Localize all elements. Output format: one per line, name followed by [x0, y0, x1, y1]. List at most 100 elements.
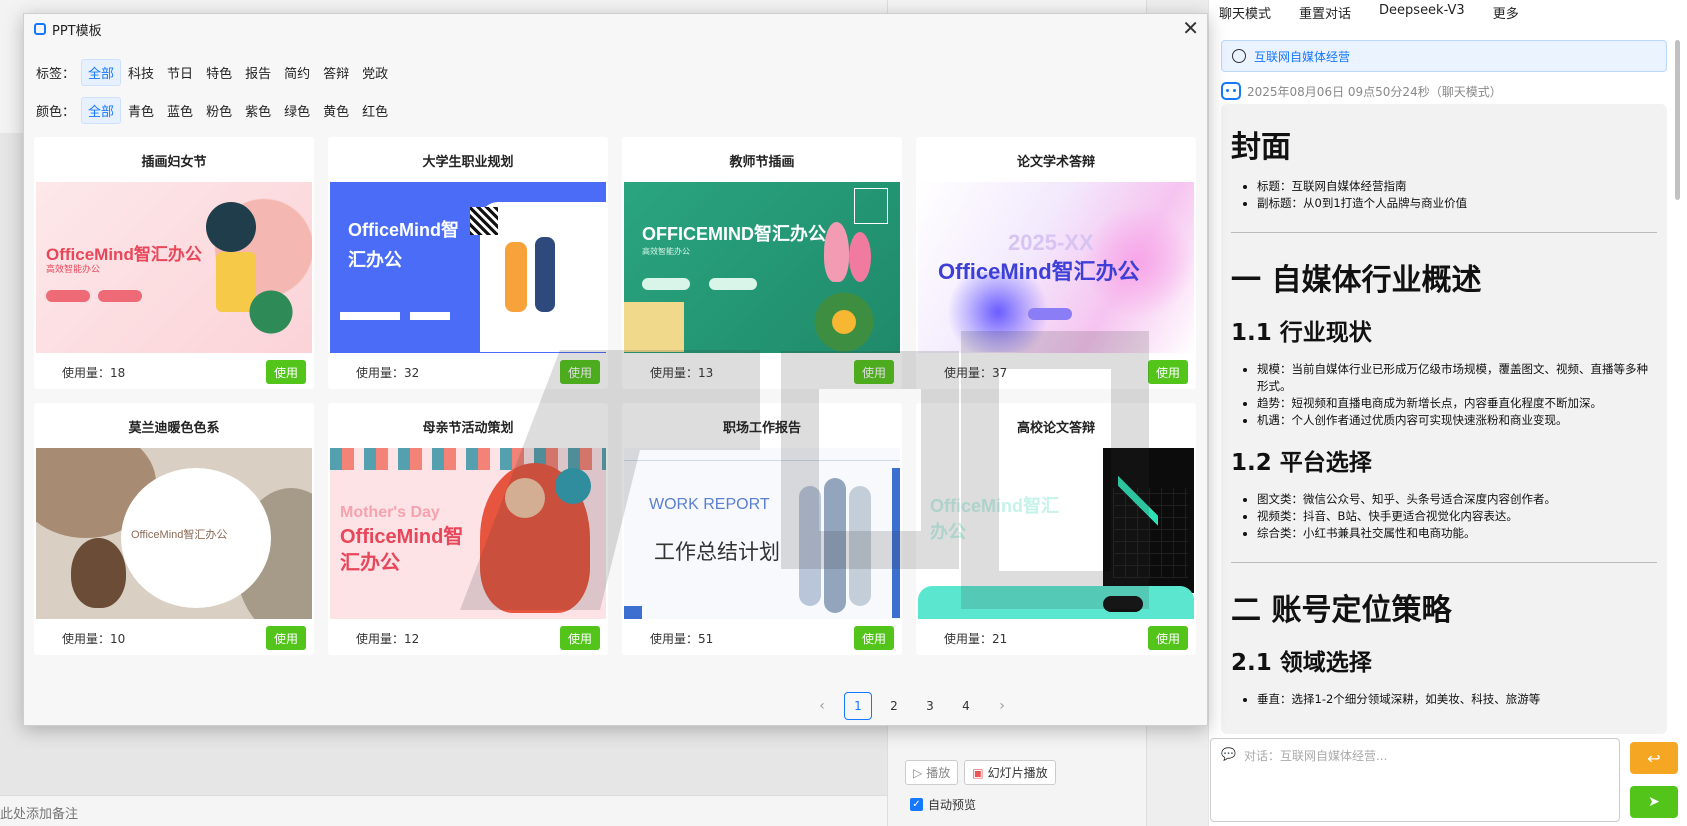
page-2[interactable]: 2	[876, 699, 912, 713]
thumbnail-subtitle: 高效智能办公	[642, 247, 690, 256]
color-chip[interactable]: 绿色	[278, 98, 316, 123]
thumbnail-title: OfficeMind智	[348, 220, 459, 240]
section-heading: 一 自媒体行业概述	[1231, 263, 1482, 298]
chat-panel: 聊天模式 重置对话 Deepseek-V3 更多 互联网自媒体经营 2025年0…	[1208, 0, 1687, 826]
use-button[interactable]: 使用	[1148, 626, 1188, 650]
usage-count: 使用量：37	[944, 366, 1008, 380]
play-button[interactable]: ▷ 播放	[905, 760, 959, 785]
template-thumbnail[interactable]: WORK REPORT 工作总结计划	[624, 448, 900, 619]
thumbnail-subtitle: 2025-XX	[1008, 230, 1094, 255]
tag-chip[interactable]: 报告	[239, 60, 277, 85]
template-thumbnail[interactable]: OfficeMind智 汇办公	[330, 182, 606, 353]
thumbnail-subtitle: 高效智能办公	[46, 265, 101, 275]
user-icon	[1232, 49, 1246, 63]
s11-list: 规模：当前自媒体行业已形成万亿级市场规模，覆盖图文、视频、直播等多种形式。 趋势…	[1257, 361, 1657, 429]
template-thumbnail[interactable]: 2025-XX OfficeMind智汇办公	[918, 182, 1194, 353]
send-button[interactable]: ➤	[1630, 786, 1678, 818]
color-filter: 颜色： 全部 青色 蓝色 粉色 紫色 绿色 黄色 红色	[36, 97, 395, 124]
bot-icon	[1221, 82, 1241, 100]
subsection-heading: 2.1 领域选择	[1231, 650, 1372, 676]
usage-count: 使用量：10	[62, 632, 126, 646]
dialog-title: PPT模板	[52, 23, 102, 39]
color-chip[interactable]: 红色	[356, 98, 394, 123]
use-button[interactable]: 使用	[1148, 360, 1188, 384]
template-title: 论文学术答辩	[1016, 155, 1095, 170]
template-thumbnail[interactable]: Mother's Day OfficeMind智 汇办公	[330, 448, 606, 619]
color-chip[interactable]: 黄色	[317, 98, 355, 123]
use-button[interactable]: 使用	[854, 360, 894, 384]
chat-scrollbar[interactable]	[1675, 40, 1680, 200]
template-thumbnail[interactable]: OFFICEMIND智汇办公 高效智能办公	[624, 182, 900, 353]
auto-preview-checkbox[interactable]: ✓ 自动预览	[910, 796, 976, 813]
next-page-icon[interactable]: ›	[984, 698, 1020, 714]
slideshow-button[interactable]: ▣ 幻灯片播放	[964, 760, 1056, 785]
color-chip[interactable]: 青色	[122, 98, 160, 123]
menu-chat-mode[interactable]: 聊天模式	[1219, 3, 1271, 22]
cover-heading: 封面	[1231, 130, 1291, 165]
menu-model[interactable]: Deepseek-V3	[1379, 3, 1465, 22]
timestamp: 2025年08月06日 09点50分24秒（聊天模式）	[1247, 84, 1502, 99]
template-card[interactable]: 职场工作报告 WORK REPORT 工作总结计划 使用量：51 使用	[622, 403, 902, 655]
template-card[interactable]: 母亲节活动策划 Mother's Day OfficeMind智 汇办公 使用量…	[328, 403, 608, 655]
use-button[interactable]: 使用	[266, 360, 306, 384]
divider	[1231, 562, 1657, 563]
template-thumbnail[interactable]: OfficeMind智汇 办公	[918, 448, 1194, 619]
color-chip[interactable]: 粉色	[200, 98, 238, 123]
template-title: 大学生职业规划	[422, 155, 514, 170]
color-chip-all[interactable]: 全部	[81, 97, 122, 124]
reply-button[interactable]: ↩	[1630, 742, 1678, 774]
reply-meta: 2025年08月06日 09点50分24秒（聊天模式）	[1221, 82, 1502, 100]
template-card[interactable]: 论文学术答辩 2025-XX OfficeMind智汇办公 使用量：37 使用	[916, 137, 1196, 389]
template-title: 职场工作报告	[722, 421, 801, 436]
section-heading: 二 账号定位策略	[1231, 593, 1452, 628]
menu-reset[interactable]: 重置对话	[1299, 3, 1351, 22]
list-item: 规模：当前自媒体行业已形成万亿级市场规模，覆盖图文、视频、直播等多种形式。	[1257, 361, 1657, 395]
template-card[interactable]: 大学生职业规划 OfficeMind智 汇办公 使用量：32 使用	[328, 137, 608, 389]
menu-more[interactable]: 更多	[1493, 3, 1519, 22]
page-3[interactable]: 3	[912, 699, 948, 713]
tag-chip[interactable]: 党政	[356, 60, 394, 85]
template-card[interactable]: 高校论文答辩 OfficeMind智汇 办公 使用量：21 使用	[916, 403, 1196, 655]
template-card[interactable]: 教师节插画 OFFICEMIND智汇办公 高效智能办公 使用量：13 使用	[622, 137, 902, 389]
thumbnail-title: 工作总结计划	[654, 540, 780, 564]
template-grid: 插画妇女节 OfficeMind智汇办公 高效智能办公 使用量：18 使用 大学…	[34, 137, 1199, 655]
list-item: 图文类：微信公众号、知乎、头条号适合深度内容创作者。	[1257, 491, 1657, 508]
thumbnail-title-line2: 汇办公	[348, 250, 402, 270]
slideshow-icon: ▣	[972, 765, 984, 780]
thumbnail-title: OfficeMind智汇办公	[131, 529, 228, 541]
color-chip[interactable]: 蓝色	[161, 98, 199, 123]
auto-preview-label: 自动预览	[928, 798, 977, 812]
template-thumbnail[interactable]: OfficeMind智汇办公	[36, 448, 312, 619]
use-button[interactable]: 使用	[560, 626, 600, 650]
app-icon	[34, 23, 46, 35]
tag-chip[interactable]: 特色	[200, 60, 238, 85]
slideshow-label: 幻灯片播放	[987, 766, 1048, 780]
template-card[interactable]: 莫兰迪暖色色系 OfficeMind智汇办公 使用量：10 使用	[34, 403, 314, 655]
use-button[interactable]: 使用	[560, 360, 600, 384]
close-icon[interactable]: ✕	[1182, 18, 1199, 38]
subsection-heading: 1.1 行业现状	[1231, 320, 1372, 346]
tag-chip-all[interactable]: 全部	[81, 59, 122, 86]
use-button[interactable]: 使用	[266, 626, 306, 650]
use-button[interactable]: 使用	[854, 626, 894, 650]
color-filter-label: 颜色：	[36, 105, 76, 120]
tag-chip[interactable]: 科技	[122, 60, 160, 85]
tag-chip[interactable]: 答辩	[317, 60, 355, 85]
tag-chip[interactable]: 简约	[278, 60, 316, 85]
page-current[interactable]: 1	[844, 692, 872, 720]
tag-chip[interactable]: 节日	[161, 60, 199, 85]
topic-message: 互联网自媒体经营	[1221, 40, 1667, 72]
notes-placeholder[interactable]: 此处添加备注	[0, 803, 78, 822]
template-card[interactable]: 插画妇女节 OfficeMind智汇办公 高效智能办公 使用量：18 使用	[34, 137, 314, 389]
chat-input[interactable]: 💬 对话：互联网自媒体经营...	[1210, 738, 1620, 822]
page-4[interactable]: 4	[948, 699, 984, 713]
list-item: 垂直：选择1-2个细分领域深耕，如美妆、科技、旅游等	[1257, 691, 1657, 708]
prev-page-icon[interactable]: ‹	[804, 698, 840, 714]
notes-bar[interactable]	[0, 795, 887, 826]
tag-filter-label: 标签：	[36, 67, 76, 82]
reply-document: 封面 标题：互联网自媒体经营指南 副标题：从0到1打造个人品牌与商业价值 一 自…	[1221, 104, 1667, 734]
color-chip[interactable]: 紫色	[239, 98, 277, 123]
usage-count: 使用量：21	[944, 632, 1008, 646]
template-thumbnail[interactable]: OfficeMind智汇办公 高效智能办公	[36, 182, 312, 353]
tag-filter: 标签： 全部 科技 节日 特色 报告 简约 答辩 党政	[36, 59, 395, 86]
